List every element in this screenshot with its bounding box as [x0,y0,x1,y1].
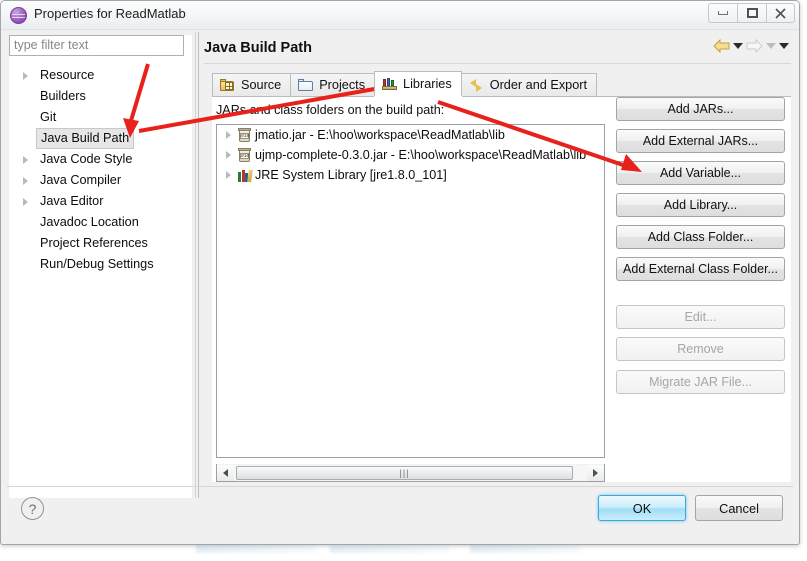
add-class-folder-button[interactable]: Add Class Folder... [616,225,785,249]
expand-triangle-icon[interactable] [226,171,231,179]
build-path-list[interactable]: 010 jmatio.jar - E:\hoo\workspace\ReadMa… [216,124,605,458]
list-item-label: jmatio.jar - E:\hoo\workspace\ReadMatlab… [255,128,505,142]
tab-label: Order and Export [489,78,588,92]
window-controls [708,3,795,23]
tab-projects[interactable]: Projects [290,73,376,96]
expand-triangle-icon[interactable] [23,72,28,80]
expand-triangle-icon[interactable] [23,156,28,164]
build-path-actions: Add JARs... Add External JARs... Add Var… [616,97,791,402]
properties-dialog: Properties for ReadMatlab type filter te… [0,0,800,545]
expand-triangle-icon[interactable] [23,198,28,206]
expand-triangle-icon[interactable] [23,177,28,185]
sidebar-item-git[interactable]: Git [9,107,192,128]
sidebar-item-run-debug-settings[interactable]: Run/Debug Settings [9,254,192,275]
sidebar-item-label: Run/Debug Settings [40,257,154,271]
order-export-arrows-icon [469,78,485,92]
close-button[interactable] [766,3,795,23]
minimize-button[interactable] [708,3,737,23]
edit-button: Edit... [616,305,785,329]
sidebar-item-resource[interactable]: Resource [9,65,192,86]
page-title: Java Build Path [204,40,312,56]
add-external-class-folder-button[interactable]: Add External Class Folder... [616,257,785,281]
tab-source[interactable]: Source [212,73,292,96]
add-variable-button[interactable]: Add Variable... [616,161,785,185]
sidebar-item-label: Java Build Path [36,128,135,149]
maximize-button[interactable] [737,3,766,23]
sidebar-item-project-references[interactable]: Project References [9,233,192,254]
horizontal-scrollbar[interactable]: ||| [216,464,605,482]
back-history-chevron-down-icon[interactable] [733,43,743,49]
sidebar-item-java-build-path[interactable]: Java Build Path [9,128,192,149]
panel-divider [195,32,196,498]
jar-icon: 010 [237,148,252,163]
pane-navigation [713,39,789,53]
sidebar-item-label: Git [40,110,57,124]
scroll-right-icon[interactable] [587,464,604,481]
title-separator [204,63,791,64]
list-item-label: ujmp-complete-0.3.0.jar - E:\hoo\workspa… [255,148,587,162]
window-title: Properties for ReadMatlab [34,6,186,21]
sidebar-item-label: Builders [40,89,86,103]
expand-triangle-icon[interactable] [226,151,231,159]
back-arrow-icon[interactable] [713,39,730,53]
java-build-path-pane: Java Build Path Source Projects Librarie… [204,35,793,482]
sidebar-item-javadoc-location[interactable]: Javadoc Location [9,212,192,233]
sidebar-item-java-code-style[interactable]: Java Code Style [9,149,192,170]
sidebar-item-label: Java Compiler [40,173,122,187]
tab-label: Projects [319,78,366,92]
tab-order-and-export[interactable]: Order and Export [460,73,598,96]
expand-triangle-icon[interactable] [226,131,231,139]
sidebar-item-java-editor[interactable]: Java Editor [9,191,192,212]
libraries-books-icon [382,77,398,91]
scrollbar-thumb[interactable]: ||| [236,465,573,480]
tab-label: Source [241,78,282,92]
sidebar-item-builders[interactable]: Builders [9,86,192,107]
list-item[interactable]: 010 ujmp-complete-0.3.0.jar - E:\hoo\wor… [217,145,604,165]
add-jars-button[interactable]: Add JARs... [616,97,785,121]
scroll-left-icon[interactable] [217,464,234,481]
add-external-jars-button[interactable]: Add External JARs... [616,129,785,153]
source-folder-icon [220,78,236,92]
list-item[interactable]: 010 jmatio.jar - E:\hoo\workspace\ReadMa… [217,125,604,145]
list-item-label: JRE System Library [jre1.8.0_101] [255,168,447,182]
list-item[interactable]: JRE System Library [jre1.8.0_101] [217,165,604,185]
sidebar-item-label: Java Editor [40,194,104,208]
jre-library-icon [237,168,253,183]
build-path-tabs: Source Projects Libraries Order and Expo… [212,71,791,97]
add-library-button[interactable]: Add Library... [616,193,785,217]
jar-icon: 010 [237,128,252,143]
forward-history-chevron-down-icon [766,43,776,49]
ok-button[interactable]: OK [598,495,686,521]
sidebar-item-label: Javadoc Location [40,215,139,229]
tab-label: Libraries [403,77,452,91]
settings-sidebar: type filter text Resource Builders Git J… [9,35,192,498]
sidebar-item-label: Java Code Style [40,152,133,166]
sidebar-item-label: Project References [40,236,148,250]
tab-libraries[interactable]: Libraries [374,71,462,96]
sidebar-item-label: Resource [40,68,95,82]
dialog-footer: ? OK Cancel [7,486,793,536]
title-bar: Properties for ReadMatlab [1,1,799,30]
close-icon [775,7,786,19]
sidebar-item-java-compiler[interactable]: Java Compiler [9,170,192,191]
cancel-button[interactable]: Cancel [695,495,783,521]
filter-input[interactable]: type filter text [9,35,184,56]
projects-folder-icon [298,78,314,92]
migrate-jar-file-button: Migrate JAR File... [616,370,785,394]
scrollbar-track[interactable]: ||| [234,464,587,481]
eclipse-properties-icon [10,7,27,24]
settings-tree: Resource Builders Git Java Build Path Ja… [9,65,192,275]
remove-button: Remove [616,337,785,361]
forward-arrow-icon [746,39,763,53]
panel-divider-shadow [198,32,199,498]
help-question-icon[interactable]: ? [21,497,44,520]
view-menu-chevron-down-icon[interactable] [779,43,789,49]
